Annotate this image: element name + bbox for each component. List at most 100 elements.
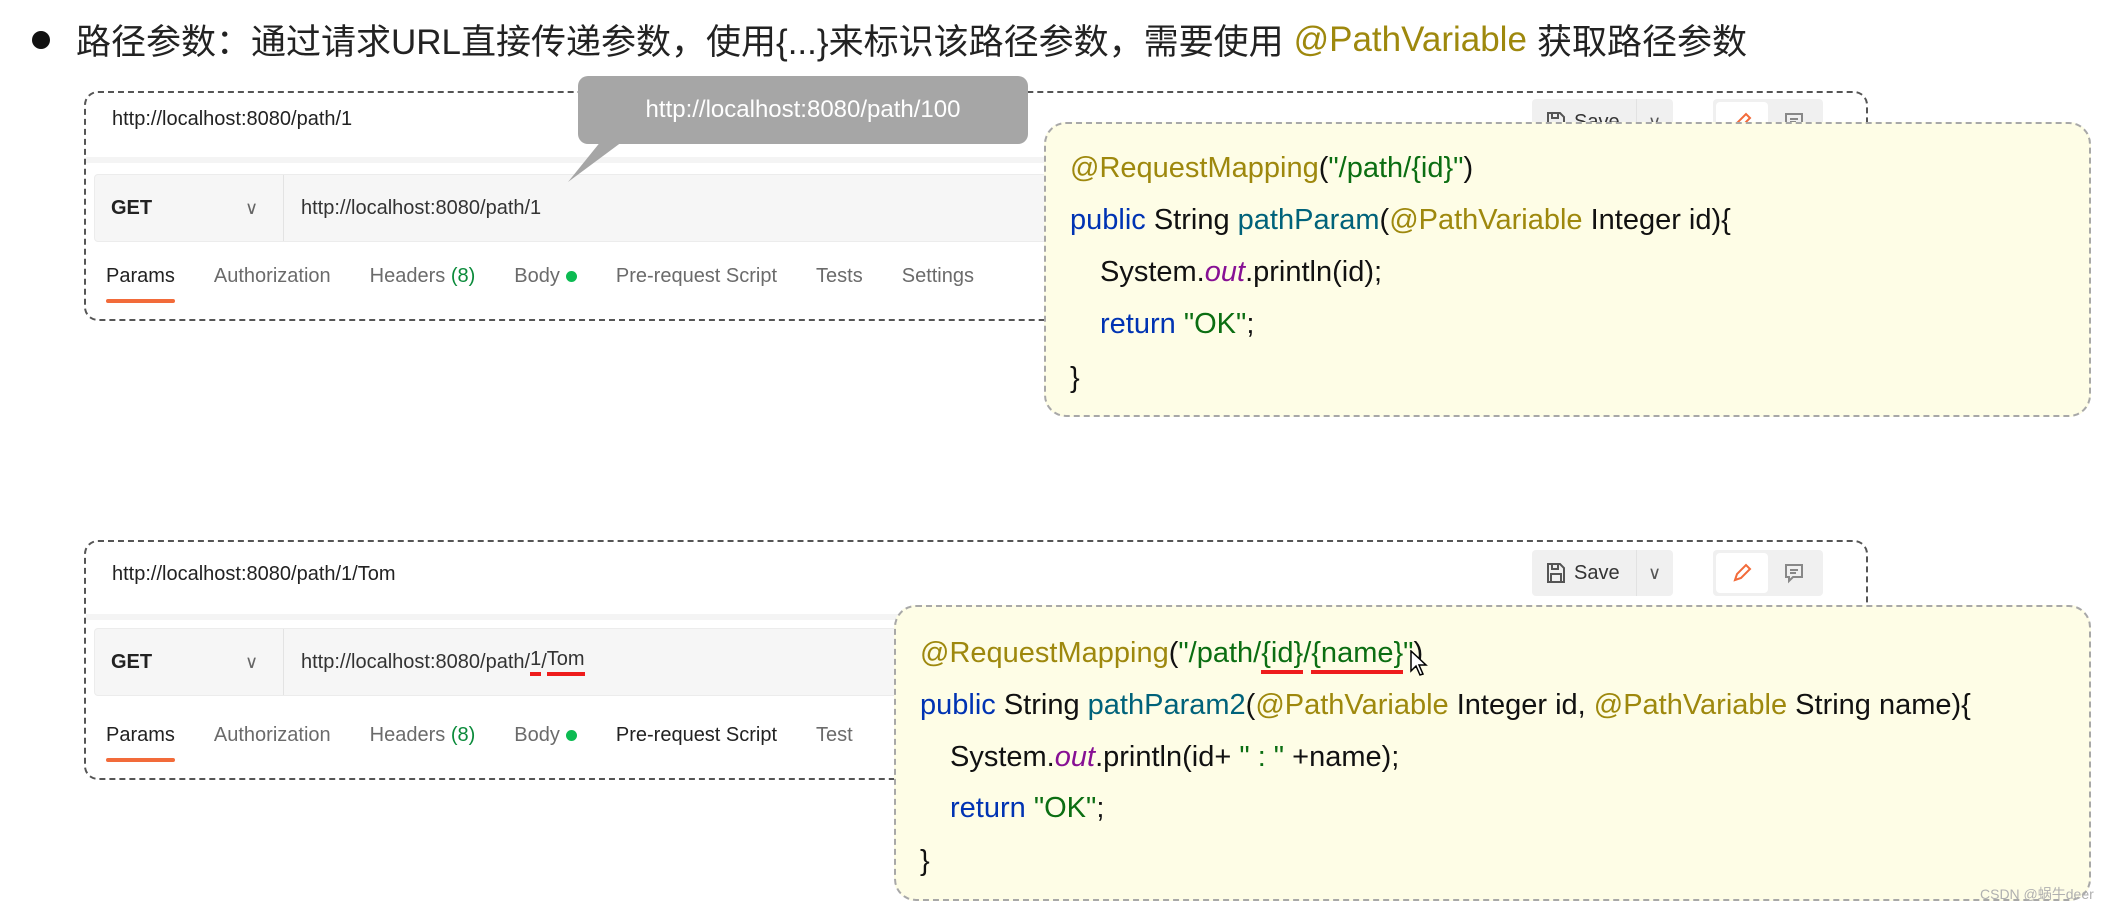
- code-token-plain: (: [1379, 204, 1390, 236]
- code-token-ann: @RequestMapping: [920, 637, 1169, 669]
- code-line: @RequestMapping("/path/{id}/{name}"): [920, 637, 1423, 674]
- heading-text: 路径参数：通过请求URL直接传递参数，使用{...}来标识该路径参数，需要使用: [76, 23, 1284, 62]
- code-token-str: " : ": [1239, 741, 1285, 773]
- url-value: http://localhost:8080/path/1: [301, 196, 542, 219]
- url-name-segment: Tom: [546, 648, 585, 676]
- code-line: System.out.println(id+ " : " +name);: [950, 741, 1399, 774]
- code-token-ann: @PathVariable: [1593, 689, 1788, 721]
- code-line: @RequestMapping("/path/{id}"): [1070, 152, 1473, 185]
- code-token-out: out: [1054, 741, 1096, 773]
- tab-params[interactable]: Params: [106, 265, 175, 303]
- url-input[interactable]: http://localhost:8080/path/1: [301, 175, 541, 241]
- code-token-ann: @PathVariable: [1389, 204, 1583, 236]
- view-toggle: [1712, 550, 1823, 596]
- tab-authorization[interactable]: Authorization: [214, 724, 331, 747]
- code-token-plain: System.: [1100, 256, 1205, 288]
- code-token-plain: (: [1168, 637, 1179, 669]
- tab-tests[interactable]: Test: [816, 724, 853, 747]
- code-token-fn: pathParam2: [1087, 689, 1246, 721]
- code-token-kw: public: [920, 689, 1004, 721]
- request-tabs: Params Authorization Headers (8) Body Pr…: [106, 724, 853, 762]
- code-token-out: out: [1204, 256, 1246, 288]
- code-token-plain: +name);: [1284, 741, 1400, 773]
- code-token-kw: return: [1100, 308, 1184, 340]
- code-token-plain: (: [1245, 689, 1256, 721]
- code-token-plain: String name){: [1787, 689, 1971, 721]
- code-token-plain: System.: [950, 741, 1055, 773]
- url-tooltip: http://localhost:8080/path/100: [578, 76, 1028, 144]
- method-label: GET: [111, 196, 153, 219]
- code-snippet-1: @RequestMapping("/path/{id}") public Stri…: [1044, 122, 2091, 417]
- code-token-str: {id}: [1261, 637, 1304, 674]
- code-token-str: "/path/{id}": [1328, 152, 1464, 184]
- comments-button[interactable]: [1768, 553, 1820, 593]
- tab-body[interactable]: Body: [514, 724, 577, 747]
- code-token-plain: String: [1003, 689, 1088, 721]
- method-select[interactable]: GET ∨: [95, 629, 284, 695]
- save-options-chevron-icon[interactable]: ∨: [1637, 550, 1673, 596]
- mouse-cursor-icon: [1410, 650, 1428, 676]
- request-tabs: Params Authorization Headers (8) Body Pr…: [106, 265, 974, 303]
- code-token-plain: }: [1070, 362, 1080, 394]
- code-token-plain: Integer id){: [1582, 204, 1731, 236]
- code-token-kw: return: [950, 792, 1034, 824]
- tab-authorization[interactable]: Authorization: [214, 265, 331, 288]
- code-token-fn: pathParam: [1237, 204, 1380, 236]
- code-line: public String pathParam(@PathVariable In…: [1070, 204, 1731, 237]
- code-token-ann: @RequestMapping: [1070, 152, 1319, 184]
- code-token-plain: ;: [1246, 308, 1255, 340]
- pencil-icon: [1733, 563, 1752, 582]
- status-dot-icon: [565, 730, 577, 741]
- method-select[interactable]: GET ∨: [95, 175, 284, 241]
- heading-text-end: 获取路径参数: [1536, 23, 1747, 62]
- tab-params[interactable]: Params: [106, 724, 175, 762]
- save-icon: [1547, 563, 1565, 583]
- chevron-down-icon: ∨: [245, 651, 259, 672]
- tooltip-text: http://localhost:8080/path/100: [645, 96, 961, 123]
- code-snippet-2: @RequestMapping("/path/{id}/{name}") publ…: [894, 605, 2091, 901]
- chevron-down-icon: ∨: [245, 197, 259, 218]
- code-line: }: [920, 845, 930, 878]
- code-line: return "OK";: [950, 792, 1104, 825]
- tab-pre-request-script[interactable]: Pre-request Script: [616, 265, 777, 288]
- watermark: CSDN @蜗牛deer: [1980, 886, 2094, 902]
- url-id-segment: 1: [530, 648, 542, 676]
- code-token-plain: Integer id,: [1448, 689, 1594, 721]
- tab-body[interactable]: Body: [514, 265, 577, 288]
- request-name: http://localhost:8080/path/1: [112, 108, 353, 130]
- url-input[interactable]: http://localhost:8080/path/1/Tom: [301, 629, 585, 695]
- headers-count: (8): [450, 724, 476, 746]
- code-token-plain: String: [1153, 204, 1238, 236]
- tab-headers[interactable]: Headers (8): [370, 724, 476, 747]
- bullet-icon: [32, 30, 50, 49]
- save-button[interactable]: Save: [1532, 550, 1637, 596]
- request-toolbar: Save ∨: [1532, 550, 1823, 596]
- request-name: http://localhost:8080/path/1/Tom: [112, 563, 396, 585]
- comment-icon: [1784, 564, 1803, 584]
- tab-body-label: Body: [514, 265, 560, 287]
- method-label: GET: [111, 650, 153, 673]
- code-line: }: [1070, 362, 1080, 395]
- code-token-plain: }: [920, 845, 930, 877]
- code-token-plain: ): [1463, 152, 1474, 184]
- tab-headers-label: Headers: [369, 724, 446, 746]
- tab-pre-request-script[interactable]: Pre-request Script: [616, 724, 777, 747]
- slide-heading: 路径参数：通过请求URL直接传递参数，使用{...}来标识该路径参数，需要使用 …: [32, 14, 1747, 65]
- code-token-plain: .println(id);: [1245, 256, 1383, 288]
- status-dot-icon: [565, 271, 577, 282]
- code-line: System.out.println(id);: [1100, 256, 1382, 289]
- url-base: http://localhost:8080/path/: [301, 650, 531, 673]
- heading-highlight: @PathVariable: [1293, 19, 1527, 59]
- code-token-str: "OK": [1033, 792, 1097, 824]
- tab-headers-label: Headers: [369, 265, 446, 287]
- tab-body-label: Body: [514, 724, 560, 746]
- tab-tests[interactable]: Tests: [816, 265, 863, 288]
- code-token-kw: public: [1070, 204, 1154, 236]
- tab-headers[interactable]: Headers (8): [370, 265, 476, 288]
- edit-button[interactable]: [1715, 553, 1768, 593]
- code-line: public String pathParam2(@PathVariable I…: [920, 689, 1971, 722]
- save-button-group: Save ∨: [1532, 550, 1673, 596]
- code-token-ann: @PathVariable: [1255, 689, 1449, 721]
- tab-settings[interactable]: Settings: [902, 265, 974, 288]
- code-token-str: {name}: [1311, 637, 1404, 674]
